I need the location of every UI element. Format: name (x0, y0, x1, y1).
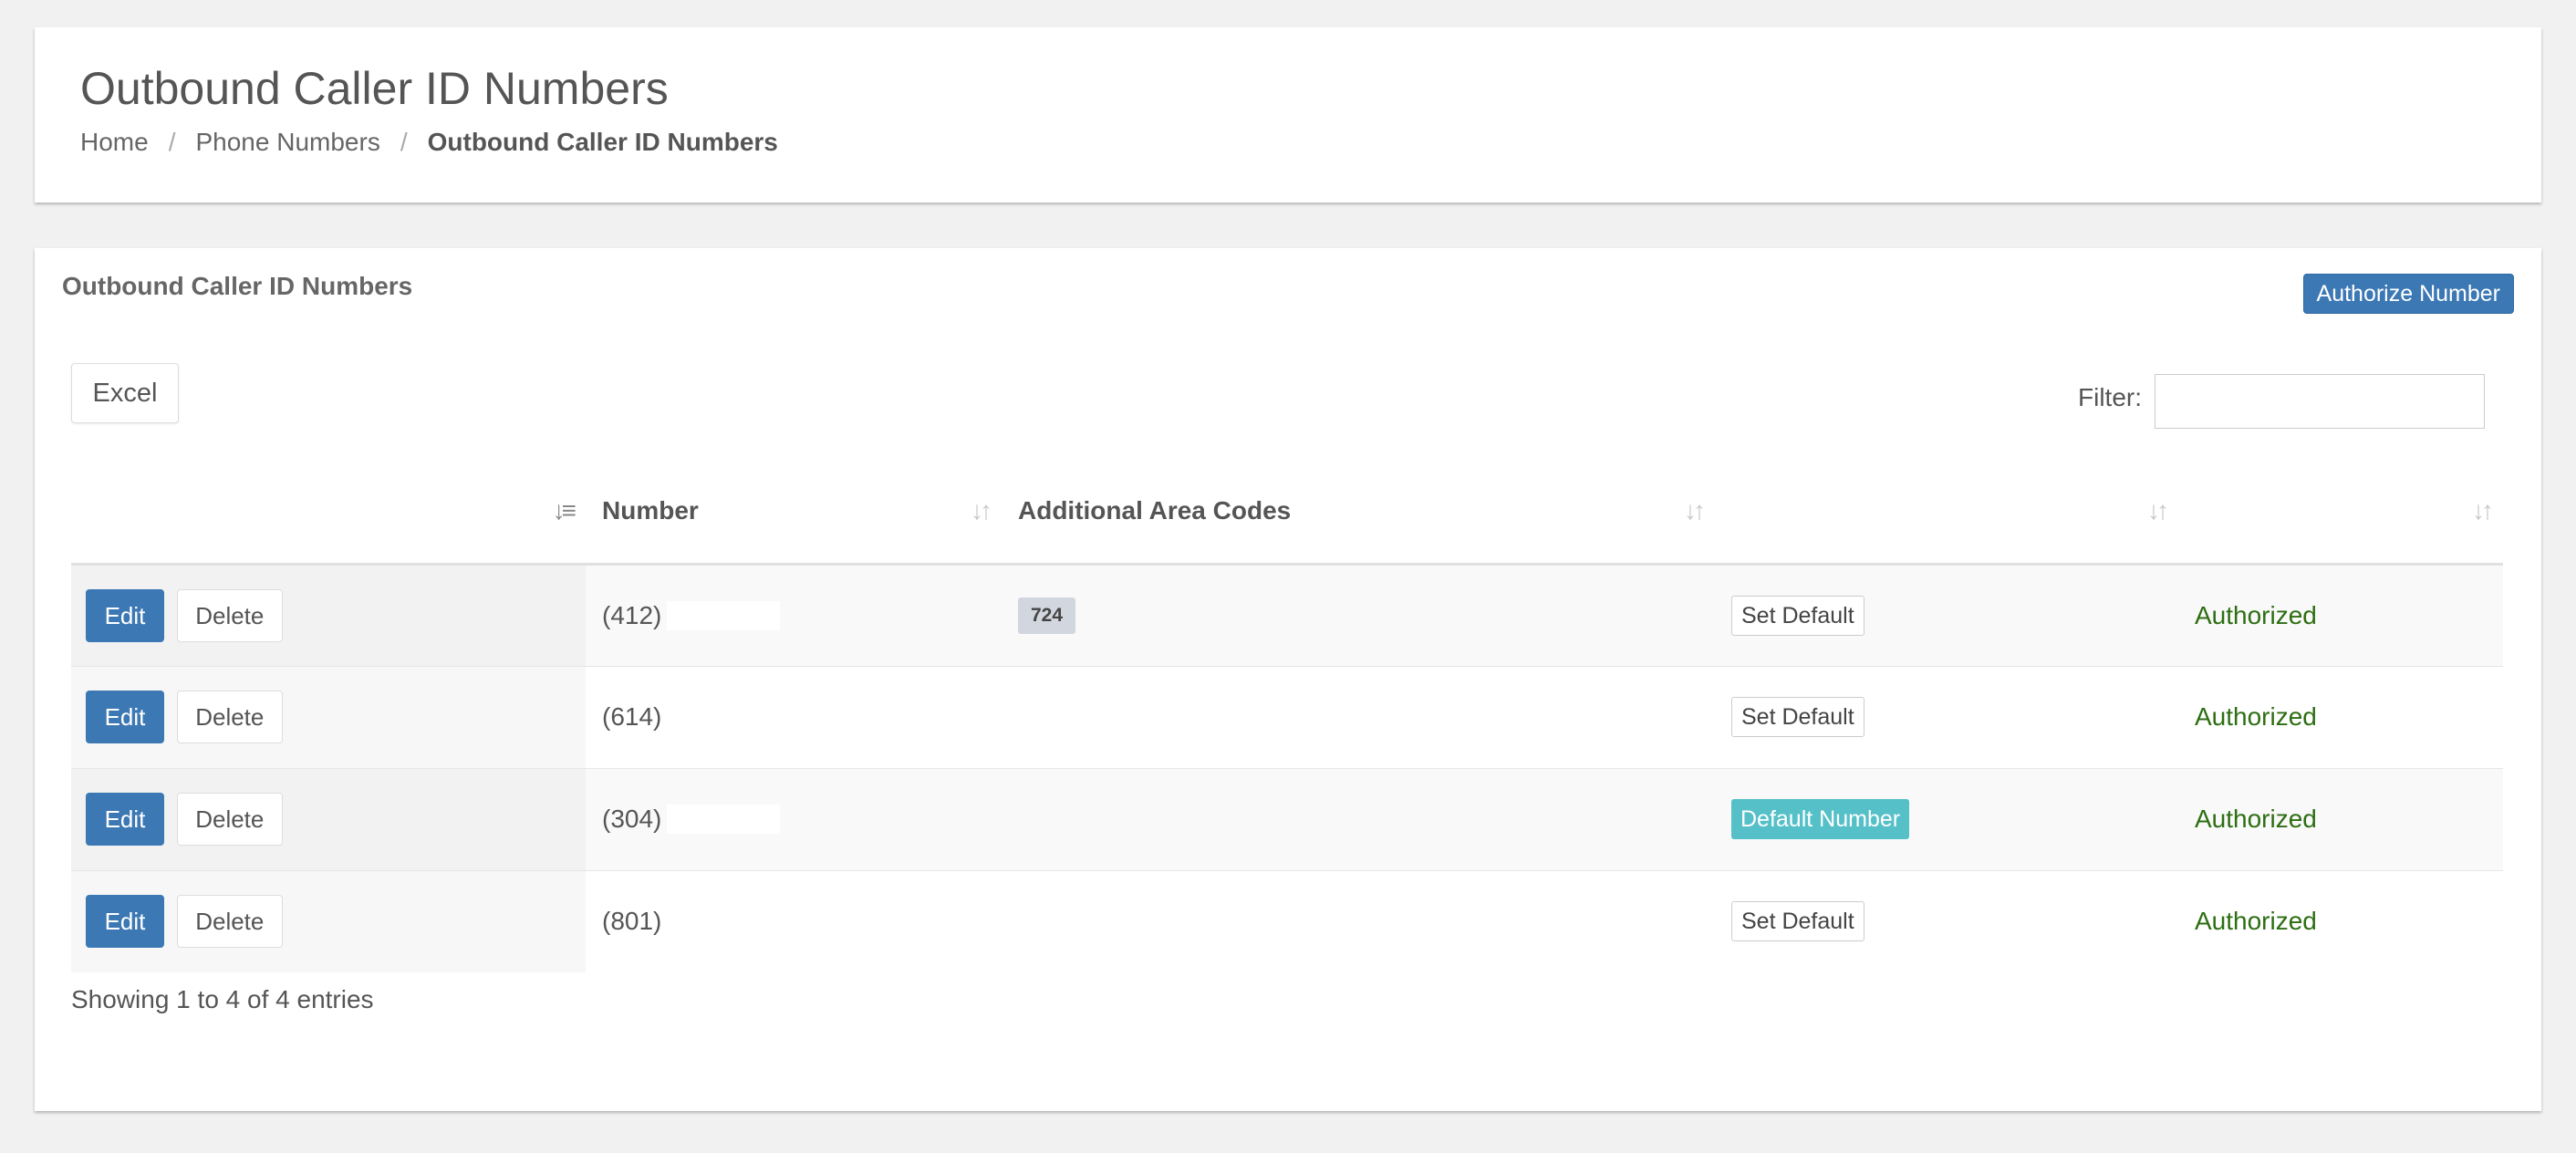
default-cell: Set Default (1715, 869, 2178, 972)
edit-button[interactable]: Edit (86, 793, 164, 846)
delete-button[interactable]: Delete (176, 895, 283, 949)
number-cell: (412) (586, 563, 1002, 666)
area-codes-cell (1002, 869, 1715, 972)
table-header-row: ↓≡ Number ↓↑ Additional Area Codes ↓↑ ↓↑… (71, 460, 2503, 566)
area-codes-cell: 724 (1002, 563, 1715, 666)
page-title: Outbound Caller ID Numbers (80, 63, 669, 114)
table-row: Edit Delete (801) Set Default Authorized (71, 869, 2503, 972)
sort-ascending-icon: ↓≡ (552, 496, 576, 525)
number-cell: (801) (586, 869, 1002, 972)
redacted-digits (667, 805, 781, 834)
status-authorized: Authorized (2195, 907, 2317, 936)
table-info: Showing 1 to 4 of 4 entries (71, 985, 374, 1013)
excel-export-button[interactable]: Excel (71, 363, 179, 423)
column-header-area-codes[interactable]: Additional Area Codes ↓↑ (1002, 460, 1715, 566)
breadcrumb-current: Outbound Caller ID Numbers (427, 128, 778, 156)
row-actions: Edit Delete (71, 767, 586, 870)
caller-id-box: Outbound Caller ID Numbers Authorize Num… (35, 248, 2541, 1111)
number-cell: (614) (586, 665, 1002, 768)
default-cell: Set Default (1715, 563, 2178, 666)
delete-button[interactable]: Delete (176, 691, 283, 743)
set-default-button[interactable]: Set Default (1731, 595, 1864, 636)
sort-arrows-icon: ↓↑ (1684, 496, 1706, 525)
status-cell: Authorized (2178, 665, 2503, 768)
sort-arrows-icon: ↓↑ (971, 496, 992, 525)
column-header-default[interactable]: ↓↑ (1715, 460, 2178, 566)
filter-input[interactable] (2155, 374, 2485, 429)
table-row: Edit Delete (614) Set Default Authorized (71, 665, 2503, 768)
edit-button[interactable]: Edit (86, 691, 164, 743)
caller-id-table: ↓≡ Number ↓↑ Additional Area Codes ↓↑ ↓↑… (71, 460, 2503, 972)
status-cell: Authorized (2178, 767, 2503, 870)
breadcrumb-separator: / (400, 128, 408, 156)
row-actions: Edit Delete (71, 665, 586, 768)
column-header-status[interactable]: ↓↑ (2178, 460, 2503, 566)
column-header-actions[interactable]: ↓≡ (71, 460, 586, 566)
status-cell: Authorized (2178, 563, 2503, 666)
column-header-number[interactable]: Number ↓↑ (586, 460, 1002, 566)
delete-button[interactable]: Delete (176, 588, 283, 642)
row-actions: Edit Delete (71, 869, 586, 972)
sort-arrows-icon: ↓↑ (2472, 496, 2494, 525)
breadcrumb: Home / Phone Numbers / Outbound Caller I… (80, 128, 778, 157)
redacted-digits (667, 600, 781, 630)
page-header: Outbound Caller ID Numbers Home / Phone … (35, 27, 2541, 203)
status-authorized: Authorized (2195, 805, 2317, 833)
edit-button[interactable]: Edit (86, 588, 164, 642)
breadcrumb-separator: / (168, 128, 176, 156)
table-row: Edit Delete (412) 724 Set Default Author… (71, 563, 2503, 666)
default-number-badge: Default Number (1731, 799, 1910, 839)
area-codes-cell (1002, 665, 1715, 768)
number-cell: (304) (586, 767, 1002, 870)
sort-arrows-icon: ↓↑ (2147, 496, 2169, 525)
phone-number: (412) (602, 600, 662, 629)
area-code-tag: 724 (1018, 597, 1076, 634)
authorize-number-button[interactable]: Authorize Number (2302, 274, 2514, 314)
phone-number: (614) (602, 702, 662, 731)
status-authorized: Authorized (2195, 600, 2317, 629)
edit-button[interactable]: Edit (86, 895, 164, 949)
area-codes-cell (1002, 767, 1715, 870)
phone-number: (304) (602, 805, 662, 833)
set-default-button[interactable]: Set Default (1731, 901, 1864, 942)
box-title: Outbound Caller ID Numbers (62, 272, 413, 300)
default-cell: Default Number (1715, 767, 2178, 870)
table-row: Edit Delete (304) Default Number Authori… (71, 767, 2503, 870)
filter-label: Filter: (2078, 383, 2142, 411)
delete-button[interactable]: Delete (176, 793, 283, 846)
set-default-button[interactable]: Set Default (1731, 697, 1864, 737)
phone-number: (801) (602, 907, 662, 936)
status-cell: Authorized (2178, 869, 2503, 972)
status-authorized: Authorized (2195, 702, 2317, 731)
row-actions: Edit Delete (71, 563, 586, 666)
default-cell: Set Default (1715, 665, 2178, 768)
breadcrumb-home[interactable]: Home (80, 128, 149, 157)
breadcrumb-phone-numbers[interactable]: Phone Numbers (195, 128, 379, 157)
